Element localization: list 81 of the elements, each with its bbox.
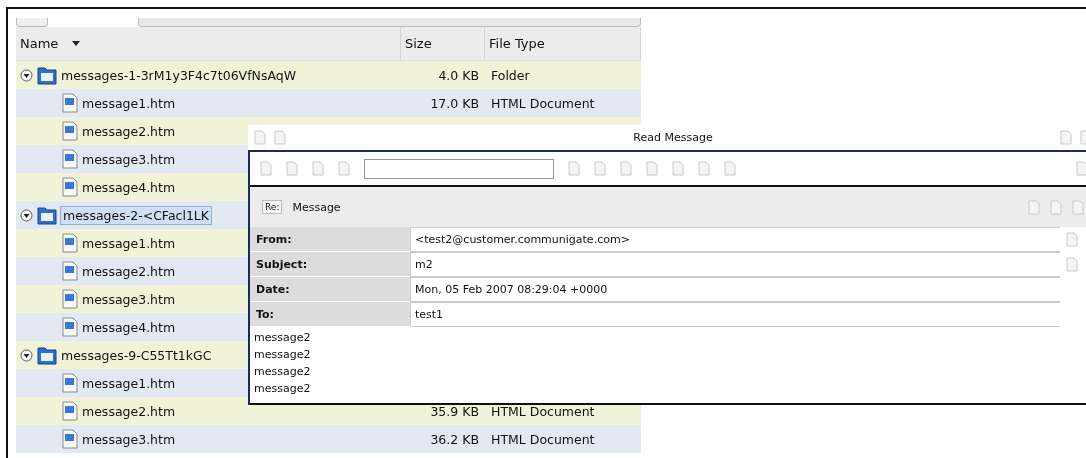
page-icon[interactable]	[312, 161, 324, 176]
file-type: HTML Document	[490, 431, 596, 447]
column-header[interactable]: File Type	[489, 36, 545, 51]
file-name[interactable]: messages-9-C55Tt1kGC	[61, 347, 212, 363]
page-icon[interactable]	[260, 161, 272, 176]
file-name[interactable]: message3.htm	[82, 291, 176, 307]
page-icon[interactable]	[620, 161, 632, 176]
message-line: message2	[254, 381, 312, 397]
expander-icon[interactable]	[20, 68, 33, 82]
expander-icon[interactable]	[20, 348, 33, 362]
field-value: test1	[410, 302, 1060, 327]
file-name[interactable]: message1.htm	[82, 375, 176, 391]
field-value: m2	[410, 252, 1060, 277]
page-icon[interactable]	[672, 161, 684, 176]
page-icon[interactable]	[1050, 199, 1062, 215]
folder-icon	[37, 205, 57, 225]
page-icon[interactable]	[1066, 232, 1078, 247]
input-field[interactable]	[364, 158, 554, 179]
column-header[interactable]: Size	[405, 36, 432, 51]
file-size: 36.2 KB	[429, 431, 480, 447]
file-name[interactable]: message4.htm	[82, 319, 176, 335]
window-title: Read Message	[632, 131, 714, 144]
web-page-icon	[62, 177, 78, 197]
field-label: Date:	[250, 277, 410, 301]
web-page-icon	[62, 149, 78, 169]
message-line: message2	[254, 364, 312, 380]
message-line: message2	[254, 330, 312, 346]
folder-icon	[37, 65, 57, 85]
file-name[interactable]: message2.htm	[82, 123, 176, 139]
reply-badge: Re:	[262, 200, 283, 214]
page-icon[interactable]	[594, 161, 606, 176]
web-page-icon	[62, 401, 78, 421]
web-page-icon	[62, 121, 78, 141]
page-icon[interactable]	[568, 161, 580, 176]
tab[interactable]	[138, 18, 641, 27]
page-icon[interactable]	[1072, 199, 1084, 215]
column-header[interactable]: Name	[20, 36, 59, 51]
file-name[interactable]: messages-1-3rM1y3F4c7t06VfNsAqW	[61, 67, 297, 83]
file-size: 17.0 KB	[429, 95, 480, 111]
file-name[interactable]: message1.htm	[82, 95, 176, 111]
page-icon[interactable]	[1028, 199, 1040, 215]
web-page-icon	[62, 233, 78, 253]
sort-arrow-icon[interactable]	[72, 41, 81, 46]
file-type: HTML Document	[490, 95, 596, 111]
page-icon[interactable]	[646, 161, 658, 176]
file-name[interactable]: message1.htm	[82, 235, 176, 251]
tab[interactable]	[16, 18, 48, 27]
web-page-icon	[62, 373, 78, 393]
file-size: 35.9 KB	[429, 403, 480, 419]
file-name[interactable]: message4.htm	[82, 179, 176, 195]
message-line: message2	[254, 347, 312, 363]
file-name[interactable]: message2.htm	[82, 403, 176, 419]
page-icon[interactable]	[286, 161, 298, 176]
file-name[interactable]: message2.htm	[82, 263, 176, 279]
expander-icon[interactable]	[20, 208, 33, 222]
page-icon[interactable]	[724, 161, 736, 176]
section-label: Message	[292, 200, 341, 214]
file-name[interactable]: message3.htm	[82, 431, 176, 447]
folder-icon	[37, 345, 57, 365]
file-type: Folder	[490, 67, 531, 83]
file-name[interactable]: messages-2-<CFacl1LK	[61, 206, 212, 224]
field-label: Subject:	[250, 252, 410, 276]
file-type: HTML Document	[490, 403, 596, 419]
page-icon[interactable]	[1066, 257, 1078, 272]
field-value: Mon, 05 Feb 2007 08:29:04 +0000	[410, 277, 1060, 302]
page-icon[interactable]	[1060, 130, 1072, 145]
page-icon[interactable]	[698, 161, 710, 176]
web-page-icon	[62, 289, 78, 309]
page-icon[interactable]	[1076, 161, 1086, 176]
file-name[interactable]: message3.htm	[82, 151, 176, 167]
field-value: <test2@customer.communigate.com>	[410, 227, 1060, 252]
page-icon[interactable]	[254, 130, 266, 145]
page-icon[interactable]	[274, 130, 286, 145]
web-page-icon	[62, 317, 78, 337]
web-page-icon	[62, 93, 78, 113]
page-icon[interactable]	[338, 161, 350, 176]
web-page-icon	[62, 261, 78, 281]
field-label: To:	[250, 302, 410, 326]
file-size: 4.0 KB	[437, 67, 480, 83]
field-label: From:	[250, 227, 410, 251]
web-page-icon	[62, 429, 78, 449]
